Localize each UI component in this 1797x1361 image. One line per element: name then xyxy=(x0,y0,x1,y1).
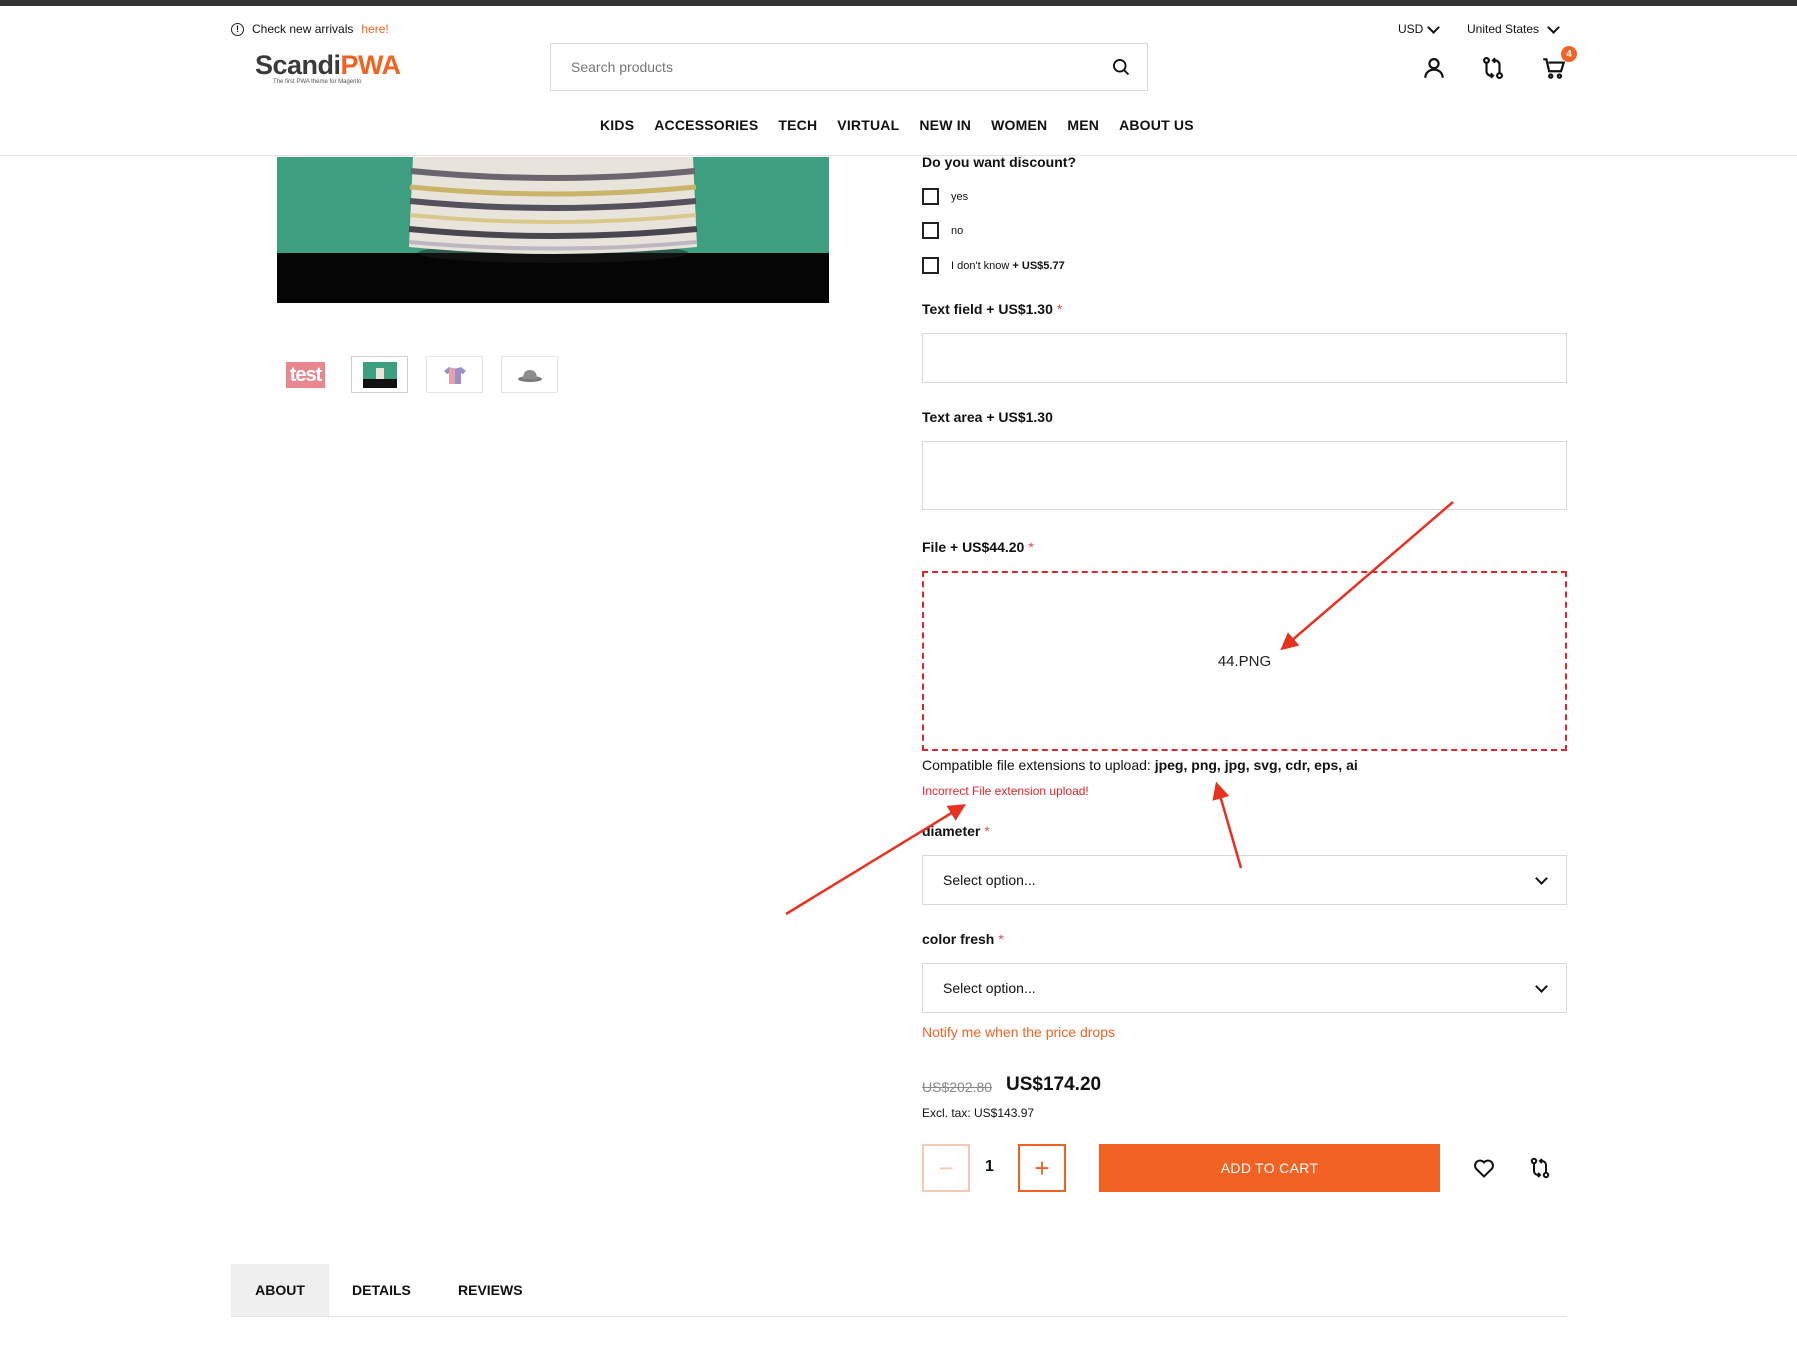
nav-item-men[interactable]: MEN xyxy=(1067,117,1099,133)
tabs-divider xyxy=(231,1316,1567,1317)
nav-item-women[interactable]: WOMEN xyxy=(991,117,1047,133)
nav-item-kids[interactable]: KIDS xyxy=(600,117,634,133)
product-main-image[interactable] xyxy=(277,157,829,303)
checkbox-idk-label: I don't know xyxy=(951,259,1010,272)
info-icon: ! xyxy=(231,22,244,36)
compare-icon[interactable] xyxy=(1528,1156,1552,1180)
tab-about[interactable]: ABOUT xyxy=(231,1264,329,1316)
color-select-value: Select option... xyxy=(943,980,1036,996)
tab-details[interactable]: DETAILS xyxy=(352,1264,411,1316)
tab-reviews[interactable]: REVIEWS xyxy=(458,1264,523,1316)
required-mark: * xyxy=(1028,539,1034,555)
compat-extensions: jpeg, png, jpg, svg, cdr, eps, ai xyxy=(1154,757,1358,773)
required-mark: * xyxy=(1056,301,1063,317)
search-icon[interactable] xyxy=(1111,57,1131,77)
thumbnail-striped[interactable] xyxy=(351,356,408,393)
current-price: US$174.20 xyxy=(1006,1074,1102,1095)
checkbox-idk-price: + US$5.77 xyxy=(1012,259,1065,272)
logo-main: Scandi xyxy=(255,50,341,80)
thumbnail-test[interactable]: test xyxy=(277,356,334,393)
logo[interactable]: ScandiPWA The first PWA theme for Magent… xyxy=(255,50,401,85)
file-label-text: File + US$44.20 xyxy=(922,539,1025,555)
tshirt-icon xyxy=(443,366,466,384)
add-to-cart-button[interactable]: ADD TO CART xyxy=(1099,1144,1440,1192)
file-error-message: Incorrect File extension upload! xyxy=(922,784,1089,798)
checkbox-yes[interactable]: yes xyxy=(922,188,968,205)
notice-link[interactable]: here! xyxy=(361,22,388,36)
diameter-label: diameter * xyxy=(922,823,990,839)
header-notice: ! Check new arrivals here! xyxy=(231,22,389,36)
thumbnail-striped-image xyxy=(362,361,397,388)
notice-text: Check new arrivals xyxy=(252,22,354,36)
checkbox-yes-label: yes xyxy=(951,190,969,203)
cart-count-badge: 4 xyxy=(1561,46,1577,62)
color-select[interactable]: Select option... xyxy=(922,963,1567,1013)
quantity-increase-button[interactable]: + xyxy=(1018,1144,1066,1192)
color-label-text: color fresh xyxy=(922,931,995,947)
currency-switcher[interactable]: USD xyxy=(1398,20,1441,36)
search-input[interactable] xyxy=(551,44,1111,90)
quantity-value[interactable]: 1 xyxy=(985,1158,994,1176)
diameter-label-text: diameter xyxy=(922,823,981,839)
required-mark: * xyxy=(984,823,990,839)
country-switcher[interactable]: United States xyxy=(1467,20,1560,36)
excl-tax-price: Excl. tax: US$143.97 xyxy=(922,1106,1035,1120)
currency-value: USD xyxy=(1398,22,1424,36)
quantity-decrease-button[interactable]: − xyxy=(922,1144,970,1192)
chevron-down-icon xyxy=(1427,20,1441,34)
chevron-down-icon xyxy=(1535,872,1548,885)
hat-icon xyxy=(517,369,542,382)
uploaded-file-name: 44.PNG xyxy=(1217,652,1272,670)
country-value: United States xyxy=(1467,22,1540,36)
old-price: US$202.80 xyxy=(922,1079,993,1095)
nav-item-about-us[interactable]: ABOUT US xyxy=(1119,117,1194,133)
required-mark: * xyxy=(998,931,1004,947)
text-field-label: Text field + US$1.30 * xyxy=(922,301,1062,317)
chevron-down-icon xyxy=(1535,980,1548,993)
checkbox-box[interactable] xyxy=(922,257,939,274)
checkbox-no-label: no xyxy=(951,224,964,237)
diameter-select[interactable]: Select option... xyxy=(922,855,1567,905)
top-dark-bar xyxy=(0,0,1797,6)
thumbnail-test-label: test xyxy=(285,361,326,388)
heart-icon[interactable] xyxy=(1472,1156,1496,1180)
compat-text: Compatible file extensions to upload: xyxy=(922,757,1151,773)
discount-label: Do you want discount? xyxy=(922,154,1076,170)
nav-item-tech[interactable]: TECH xyxy=(778,117,817,133)
diameter-select-value: Select option... xyxy=(943,872,1036,888)
nav-item-accessories[interactable]: ACCESSORIES xyxy=(654,117,758,133)
checkbox-box[interactable] xyxy=(922,188,939,205)
text-area-input[interactable] xyxy=(922,441,1567,510)
search-box xyxy=(550,43,1148,91)
thumbnail-hat[interactable] xyxy=(501,356,558,393)
compatible-extensions: Compatible file extensions to upload: jp… xyxy=(922,757,1358,773)
compare-icon[interactable] xyxy=(1480,55,1506,81)
thumbnail-tshirt[interactable] xyxy=(426,356,483,393)
nav-item-virtual[interactable]: VIRTUAL xyxy=(837,117,899,133)
checkbox-box[interactable] xyxy=(922,222,939,239)
checkbox-no[interactable]: no xyxy=(922,222,963,239)
color-label: color fresh * xyxy=(922,931,1004,947)
file-label: File + US$44.20 * xyxy=(922,539,1034,555)
account-icon[interactable] xyxy=(1421,55,1447,81)
file-dropzone[interactable]: 44.PNG xyxy=(922,571,1567,751)
checkbox-dont-know[interactable]: I don't know + US$5.77 xyxy=(922,257,1065,274)
text-area-label: Text area + US$1.30 xyxy=(922,409,1053,425)
logo-accent: PWA xyxy=(340,50,402,80)
header-divider xyxy=(0,155,1797,156)
text-field-label-text: Text field + US$1.30 xyxy=(922,301,1053,317)
nav-item-new-in[interactable]: NEW IN xyxy=(919,117,971,133)
chevron-down-icon xyxy=(1547,20,1560,34)
main-nav: KIDS ACCESSORIES TECH VIRTUAL NEW IN WOM… xyxy=(600,117,1214,133)
notify-price-drop-link[interactable]: Notify me when the price drops xyxy=(922,1024,1115,1040)
text-field-input[interactable] xyxy=(922,333,1567,383)
